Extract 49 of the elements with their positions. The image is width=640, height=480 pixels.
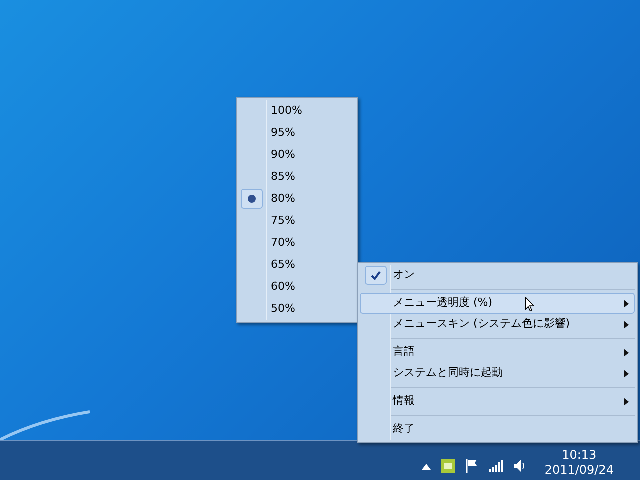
menu-item[interactable]: 情報 (360, 391, 635, 412)
menu-item[interactable]: システムと同時に起動 (360, 363, 635, 384)
speaker-icon[interactable] (512, 459, 527, 473)
menu-item-label: 情報 (393, 393, 415, 410)
submenu-item-label: 75% (270, 212, 296, 229)
submenu-item[interactable]: 50% (237, 298, 357, 320)
menu-item[interactable]: 言語 (360, 342, 635, 363)
submenu-item[interactable]: 65% (237, 254, 357, 276)
menu-item-label: システムと同時に起動 (393, 365, 503, 382)
submenu-item[interactable]: 60% (237, 276, 357, 298)
menu-item-label: 終了 (393, 421, 415, 438)
menu-item[interactable]: メニュー透明度 (%) (360, 293, 635, 314)
check-icon (371, 270, 381, 280)
submenu-item-label: 80% (270, 190, 296, 207)
submenu-item[interactable]: 75% (237, 210, 357, 232)
submenu-item-label: 60% (270, 278, 296, 295)
submenu-item[interactable]: 85% (237, 166, 357, 188)
menu-item[interactable]: メニュースキン (システム色に影響) (360, 314, 635, 335)
submenu-item[interactable]: 70% (237, 232, 357, 254)
submenu-item-label: 90% (270, 146, 296, 163)
menu-item[interactable]: オン (360, 265, 635, 286)
menu-item-label: オン (393, 267, 415, 284)
submenu-arrow-icon (624, 300, 628, 308)
submenu-item-label: 100% (270, 102, 302, 119)
submenu-arrow-icon (624, 398, 628, 406)
signal-bars-icon[interactable] (488, 460, 503, 472)
menu-item-label: 言語 (393, 344, 415, 360)
submenu-item-label: 95% (270, 124, 296, 141)
submenu-item-label: 70% (270, 234, 296, 251)
app-tray-icon[interactable] (440, 459, 455, 473)
submenu-arrow-icon (624, 320, 628, 328)
submenu-item-label: 50% (270, 300, 296, 317)
submenu-item-label: 65% (270, 256, 296, 273)
menu-item[interactable]: 終了 (360, 419, 635, 440)
clock[interactable]: 10:13 2011/09/24 (544, 448, 614, 478)
submenu-item[interactable]: 90% (237, 144, 357, 166)
submenu-item[interactable]: 100% (237, 100, 357, 122)
submenu-item-label: 85% (270, 168, 296, 185)
submenu-arrow-icon (624, 348, 628, 356)
submenu-arrow-icon (624, 370, 628, 378)
submenu-item[interactable]: 80% (237, 188, 357, 210)
show-hidden-icons-icon[interactable] (422, 464, 431, 470)
submenu-item[interactable]: 95% (237, 122, 357, 144)
clock-date: 2011/09/24 (544, 463, 614, 478)
flag-icon[interactable] (464, 459, 479, 473)
menu-item-label: メニュー透明度 (%) (393, 295, 493, 312)
mouse-pointer-icon (525, 297, 535, 312)
clock-time: 10:13 (562, 448, 597, 463)
menu-item-label: メニュースキン (システム色に影響) (393, 316, 570, 332)
